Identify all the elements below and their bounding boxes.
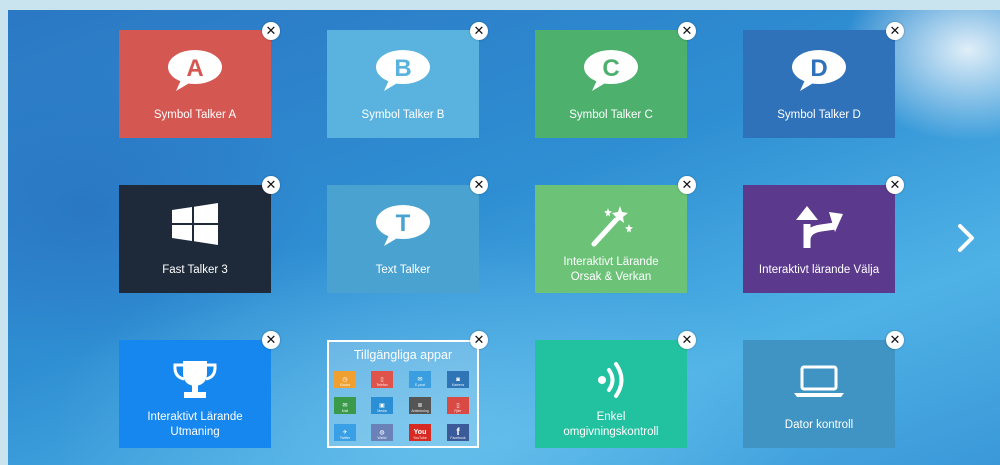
close-icon[interactable]: ✕	[678, 22, 696, 40]
tile-label: Fast Talker 3	[162, 264, 228, 276]
email-app-icon: ✉ Mail	[334, 397, 356, 414]
clock-app-icon: ◷ Klocka	[334, 371, 356, 388]
app-label: Kamera	[451, 383, 465, 387]
apps-title: Tillgängliga appar	[353, 348, 453, 362]
speech-bubble-c-icon: C	[535, 44, 687, 96]
tile-label: Symbol Talker B	[361, 109, 445, 121]
app-label: Fjärr	[454, 409, 462, 413]
tile-label: Interaktivt Lärande Orsak & Verkan	[539, 255, 683, 285]
app-label: Facebook	[450, 436, 466, 440]
tile-interaktivt-orsak-verkan[interactable]: Interaktivt Lärande Orsak & Verkan	[535, 185, 687, 293]
magic-wand-icon	[535, 199, 687, 251]
remote-app-icon: ▯ Fjärr	[447, 397, 469, 414]
close-icon[interactable]: ✕	[262, 22, 280, 40]
camera-app-icon: ◙ Kamera	[447, 371, 469, 388]
branch-arrows-icon	[743, 199, 895, 251]
speech-bubble-b-icon: B	[327, 44, 479, 96]
tile-label: Enkel omgivningskontroll	[539, 410, 683, 440]
tile-label: Interaktivt Lärande Utmaning	[123, 410, 267, 440]
youtube-app-icon: You YouTube	[409, 424, 431, 441]
speech-bubble-t-icon: T	[327, 199, 479, 251]
tile-label: Interaktivt lärande Välja	[758, 264, 880, 276]
tile-label: Dator kontroll	[784, 419, 854, 431]
facebook-app-icon: f Facebook	[447, 424, 469, 441]
svg-text:A: A	[186, 55, 203, 82]
media-app-icon: ▣ Media	[371, 397, 393, 414]
tile-symbol-talker-b[interactable]: B Symbol Talker B	[327, 30, 479, 138]
tile-interaktivt-valja[interactable]: Interaktivt lärande Välja	[743, 185, 895, 293]
tile-label: Symbol Talker D	[777, 109, 861, 121]
tile-label-line2: omgivningskontroll	[563, 426, 659, 438]
app-label: Telefon	[376, 383, 388, 387]
trophy-icon	[119, 354, 271, 406]
tile-symbol-talker-c[interactable]: C Symbol Talker C	[535, 30, 687, 138]
youtube-text: You	[413, 429, 427, 436]
close-icon[interactable]: ✕	[470, 331, 488, 349]
svg-text:D: D	[810, 55, 827, 82]
windows-logo-icon	[119, 199, 271, 251]
close-icon[interactable]: ✕	[886, 176, 904, 194]
app-label: E-post	[414, 383, 426, 387]
tile-interaktivt-utmaning[interactable]: Interaktivt Lärande Utmaning	[119, 340, 271, 448]
tile-symbol-talker-a[interactable]: A Symbol Talker A	[119, 30, 271, 138]
tile-tillgangliga-appar[interactable]: Tillgängliga appar ◷ Klocka ▯ Telefon ✉ E-p…	[327, 340, 479, 448]
tile-label: Symbol Talker A	[153, 109, 237, 121]
tile-label-line1: Interaktivt Lärande	[147, 411, 243, 423]
app-label: Webb	[377, 436, 387, 440]
speech-bubble-a-icon: A	[119, 44, 271, 96]
speech-bubble-d-icon: D	[743, 44, 895, 96]
browser-app-icon: ◍ Webb	[371, 424, 393, 441]
laptop-icon	[743, 354, 895, 406]
svg-text:C: C	[602, 55, 619, 82]
tile-text-talker[interactable]: T Text Talker	[327, 185, 479, 293]
close-icon[interactable]: ✕	[470, 176, 488, 194]
app-label: Anteckning	[411, 409, 429, 413]
tile-symbol-talker-d[interactable]: D Symbol Talker D	[743, 30, 895, 138]
tile-fast-talker-3[interactable]: Fast Talker 3	[119, 185, 271, 293]
tile-label: Symbol Talker C	[569, 109, 653, 121]
mail-app-icon: ✉ E-post	[409, 371, 431, 388]
app-label: YouTube	[413, 436, 427, 440]
wireless-signal-icon	[535, 354, 687, 406]
app-label: Media	[377, 409, 387, 413]
close-icon[interactable]: ✕	[886, 331, 904, 349]
tile-enkel-omgivningskontroll[interactable]: Enkel omgivningskontroll	[535, 340, 687, 448]
close-icon[interactable]: ✕	[678, 331, 696, 349]
tile-label: Text Talker	[375, 264, 431, 276]
phone-app-icon: ▯ Telefon	[371, 371, 393, 388]
chevron-right-icon[interactable]	[952, 220, 980, 256]
app-label: Klocka	[339, 383, 351, 387]
tile-label-line2: Utmaning	[170, 426, 220, 438]
close-icon[interactable]: ✕	[470, 22, 488, 40]
tile-label-line2: Orsak & Verkan	[570, 271, 652, 283]
notes-app-icon: ≣ Anteckning	[409, 397, 431, 414]
twitter-app-icon: ✈ Twitter	[334, 424, 356, 441]
tile-dator-kontroll[interactable]: Dator kontroll	[743, 340, 895, 448]
svg-text:T: T	[396, 210, 411, 237]
tile-label-line1: Enkel	[596, 411, 626, 423]
app-label: Mail	[341, 409, 349, 413]
tile-label-line1: Interaktivt Lärande	[563, 256, 659, 268]
close-icon[interactable]: ✕	[262, 176, 280, 194]
app-label: Twitter	[339, 436, 351, 440]
close-icon[interactable]: ✕	[678, 176, 696, 194]
close-icon[interactable]: ✕	[262, 331, 280, 349]
svg-text:B: B	[394, 55, 411, 82]
close-icon[interactable]: ✕	[886, 22, 904, 40]
